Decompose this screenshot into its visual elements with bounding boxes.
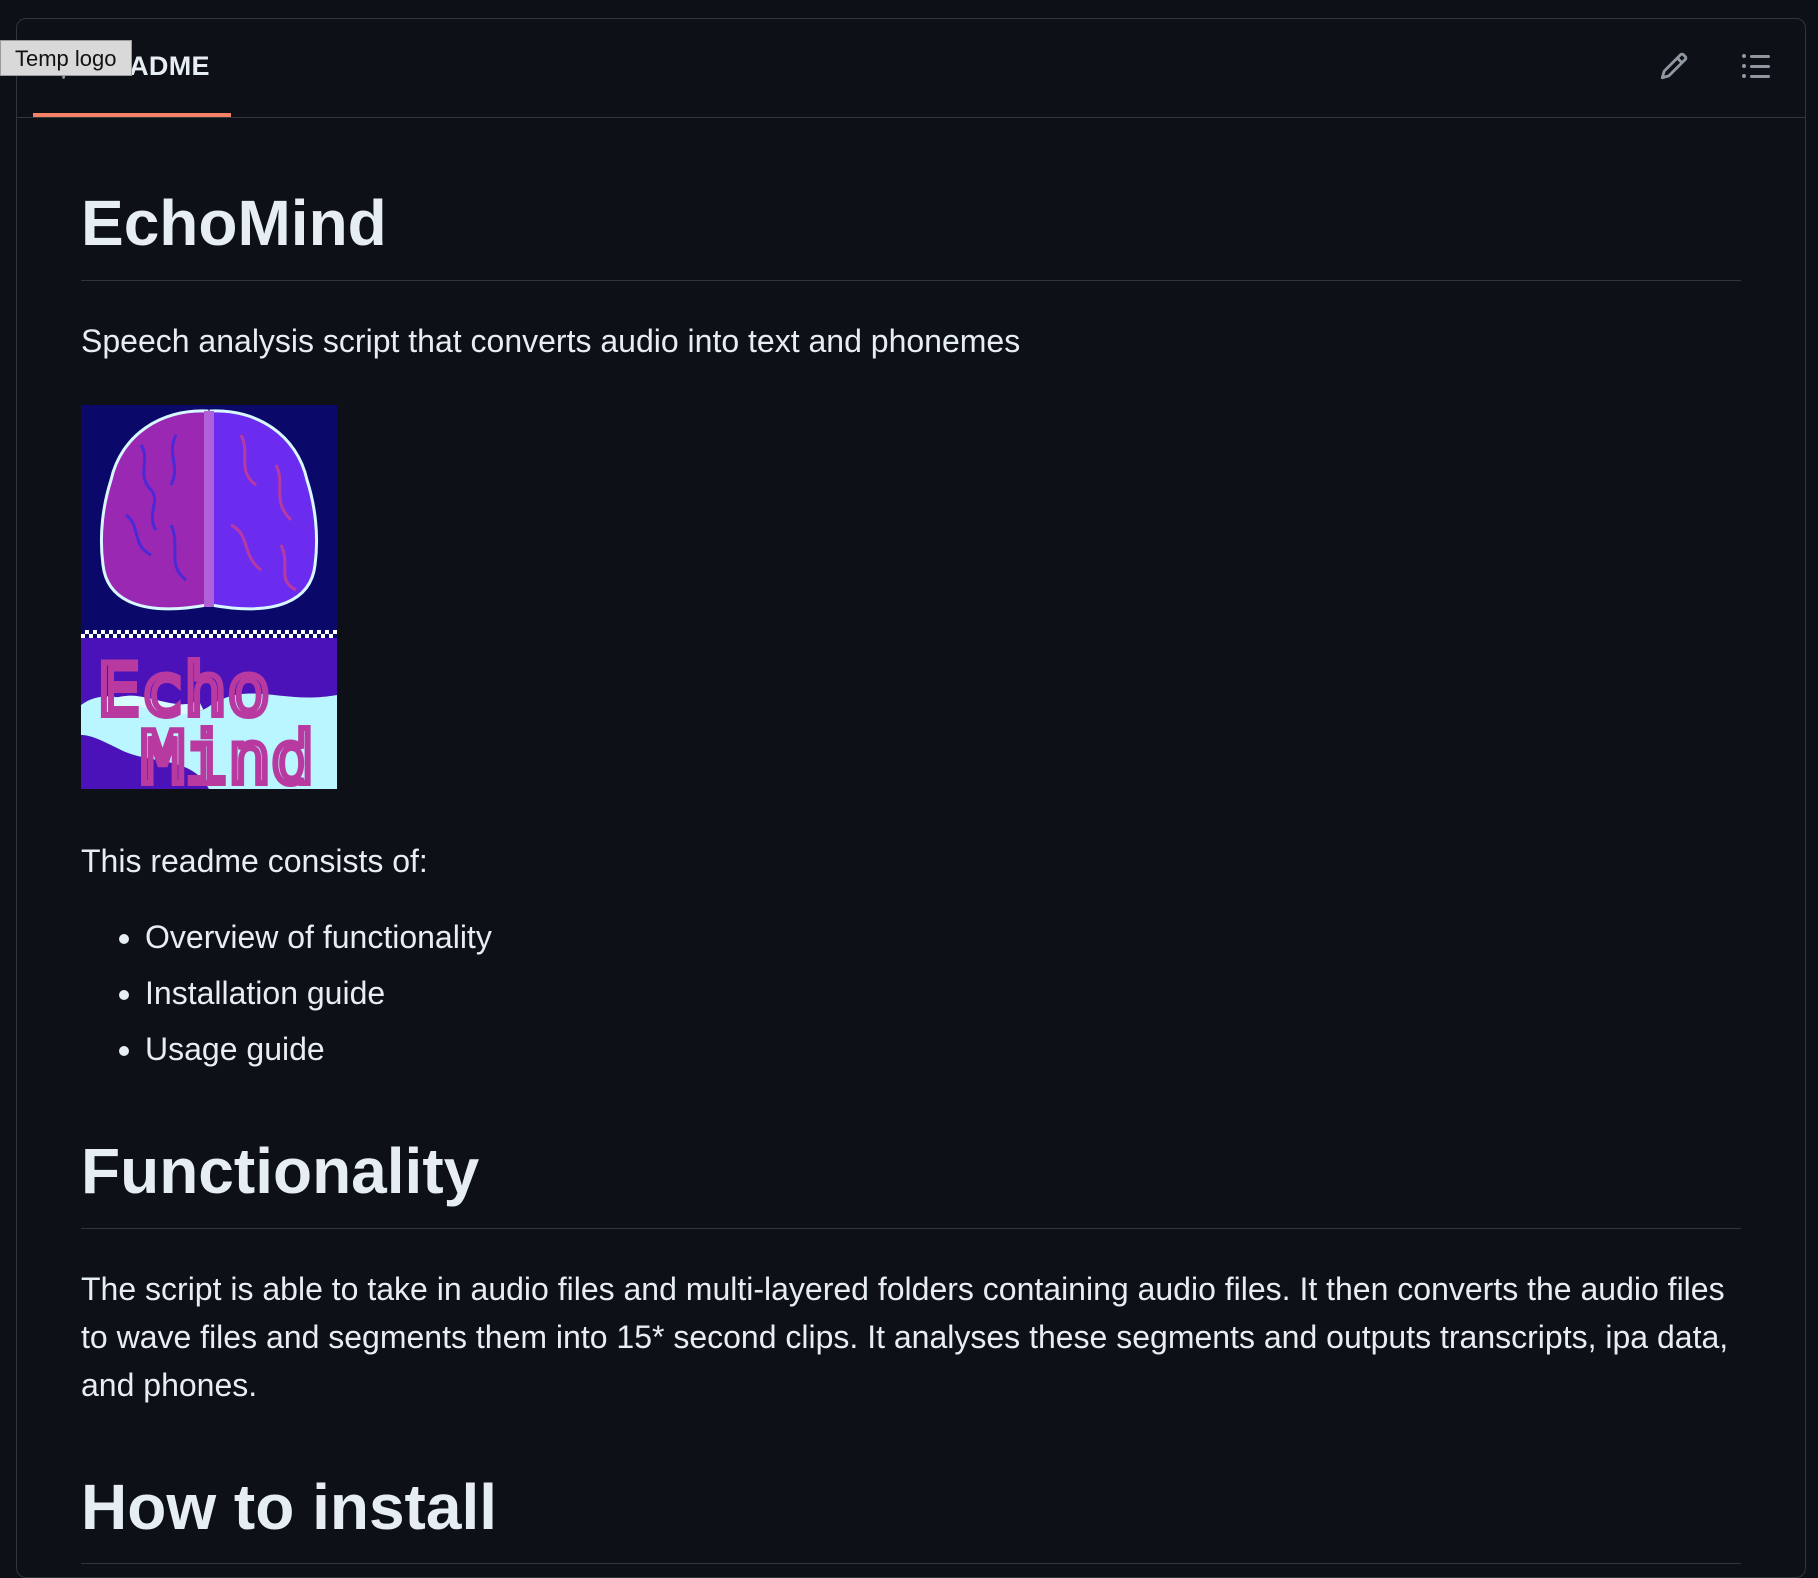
install-heading: How to install (81, 1469, 1741, 1565)
functionality-text: The script is able to take in audio file… (81, 1270, 1729, 1403)
project-description: Speech analysis script that converts aud… (81, 322, 1021, 359)
toc-list: Overview of functionality Installation g… (81, 913, 1741, 1073)
readme-intro: This readme consists of: (81, 842, 428, 879)
outline-button[interactable] (1737, 49, 1775, 87)
toc-item-usage: Usage guide (145, 1025, 1741, 1073)
logo-tooltip: Temp logo (0, 40, 132, 76)
readme-content: EchoMind Speech analysis script that con… (81, 118, 1741, 1565)
page-title: EchoMind (81, 185, 1741, 281)
toc-item-installation: Installation guide (145, 969, 1741, 1017)
pencil-icon (1659, 51, 1689, 86)
toc-item-overview: Overview of functionality (145, 913, 1741, 961)
readme-header: README (17, 19, 1805, 118)
list-icon (1740, 50, 1772, 87)
header-actions (1655, 49, 1775, 87)
edit-file-button[interactable] (1655, 49, 1693, 87)
functionality-heading: Functionality (81, 1133, 1741, 1229)
logo-text-mind: Mind (141, 716, 314, 789)
echomind-logo[interactable]: Echo Mind (81, 404, 337, 789)
